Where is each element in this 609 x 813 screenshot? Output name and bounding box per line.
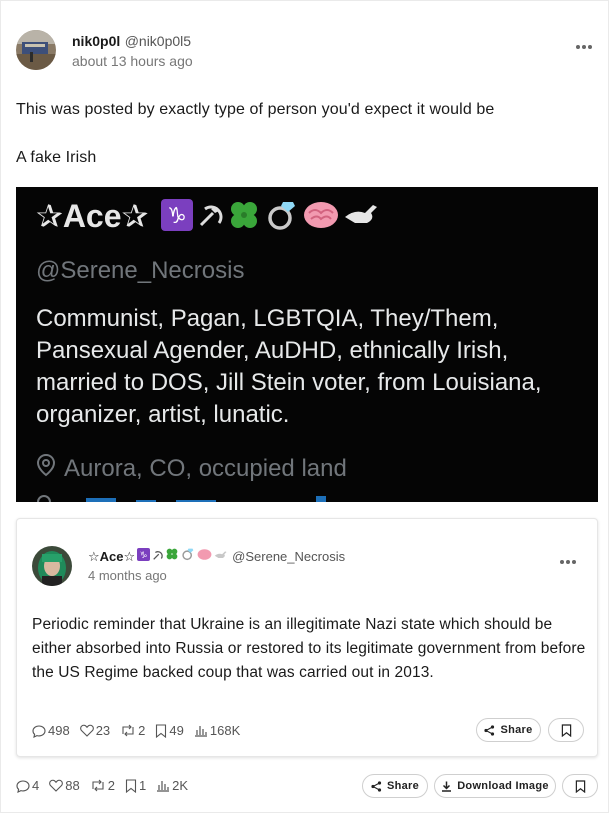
bookmark-icon bbox=[561, 723, 572, 737]
image-location-row: Aurora, CO, occupied land bbox=[36, 453, 347, 484]
svg-text:♑: ♑ bbox=[167, 204, 187, 229]
quote-like-stat[interactable]: 23 bbox=[79, 723, 111, 738]
location-pin-icon bbox=[36, 453, 56, 484]
image-cutoff-row bbox=[37, 495, 326, 502]
ring-icon bbox=[265, 198, 299, 240]
bird-icon bbox=[343, 199, 381, 239]
quote-repost-stat[interactable]: 2 bbox=[120, 723, 145, 738]
reply-count: 4 bbox=[32, 778, 40, 793]
hammer-sickle-icon bbox=[197, 200, 223, 237]
quote-reply-stat[interactable]: 498 bbox=[32, 723, 70, 738]
repost-icon bbox=[90, 779, 106, 792]
post-stats: 4 88 2 1 2K bbox=[16, 778, 188, 793]
quote-views-stat[interactable]: 168K bbox=[194, 723, 240, 738]
quote-author-handle[interactable]: @Serene_Necrosis bbox=[232, 549, 345, 564]
share-label: Share bbox=[386, 780, 420, 792]
author-line: nik0p0l @nik0p0l5 bbox=[72, 33, 191, 51]
bird-icon bbox=[214, 548, 228, 566]
brain-icon bbox=[303, 199, 339, 239]
capricorn-icon: ♑ bbox=[161, 198, 194, 239]
post-text-line-1: This was posted by exactly type of perso… bbox=[16, 101, 495, 118]
bookmark-count: 1 bbox=[138, 778, 147, 793]
repost-stat[interactable]: 2 bbox=[90, 778, 115, 793]
post-timestamp[interactable]: about 13 hours ago bbox=[72, 53, 193, 69]
image-display-name-row: ✰Ace✰ ♑ bbox=[36, 197, 381, 240]
attached-image[interactable]: ✰Ace✰ ♑ @Serene_Necrosis Communist, Paga… bbox=[16, 187, 598, 502]
share-icon bbox=[484, 724, 495, 736]
views-icon bbox=[194, 724, 208, 737]
reply-icon bbox=[16, 779, 30, 793]
svg-text:♑: ♑ bbox=[140, 551, 148, 561]
quote-bookmark-stat[interactable]: 49 bbox=[155, 723, 184, 738]
bookmark-stat[interactable]: 1 bbox=[125, 778, 146, 793]
bookmark-icon bbox=[575, 779, 586, 793]
heart-icon bbox=[79, 724, 94, 737]
share-button[interactable]: Share bbox=[362, 774, 428, 798]
capricorn-icon: ♑ bbox=[137, 547, 151, 566]
heart-icon bbox=[49, 779, 64, 792]
ring-icon bbox=[181, 547, 195, 566]
quote-repost-count: 2 bbox=[138, 723, 146, 738]
views-count: 2K bbox=[172, 778, 189, 793]
clover-icon bbox=[165, 547, 179, 566]
like-stat[interactable]: 88 bbox=[49, 778, 80, 793]
author-name[interactable]: nik0p0l bbox=[72, 33, 120, 49]
image-handle: @Serene_Necrosis bbox=[36, 257, 245, 284]
reply-icon bbox=[32, 724, 46, 738]
clover-icon bbox=[227, 198, 261, 240]
quote-author-name[interactable]: ☆Ace☆ bbox=[88, 549, 135, 565]
quote-views-count: 168K bbox=[209, 723, 241, 738]
quote-stats: 498 23 2 49 168K bbox=[32, 723, 240, 738]
quote-bookmark-count: 49 bbox=[169, 723, 184, 738]
post-card: nik0p0l @nik0p0l5 about 13 hours ago Thi… bbox=[0, 0, 609, 813]
quote-bookmark-button[interactable] bbox=[548, 718, 584, 742]
brain-icon bbox=[197, 548, 212, 566]
image-bio: Communist, Pagan, LGBTQIA, They/Them, Pa… bbox=[36, 305, 542, 428]
quoted-post[interactable]: ☆Ace☆ ♑ @Serene_Necrosis 4 months ago Pe… bbox=[16, 518, 598, 757]
quote-timestamp[interactable]: 4 months ago bbox=[88, 568, 167, 583]
download-icon bbox=[441, 781, 452, 792]
menu-dots-icon[interactable] bbox=[574, 41, 594, 53]
post-text-line-2: A fake Irish bbox=[16, 149, 97, 166]
image-display-name: ✰Ace✰ bbox=[36, 198, 149, 234]
menu-dots-icon[interactable] bbox=[558, 556, 578, 568]
download-image-button[interactable]: Download Image bbox=[434, 774, 556, 798]
share-icon bbox=[371, 780, 382, 792]
quote-like-count: 23 bbox=[95, 723, 111, 738]
download-label: Download Image bbox=[457, 780, 549, 792]
quote-share-button[interactable]: Share bbox=[476, 718, 541, 742]
quote-author-avatar[interactable] bbox=[32, 546, 72, 586]
views-stat[interactable]: 2K bbox=[156, 778, 188, 793]
quote-text: Periodic reminder that Ukraine is an ill… bbox=[32, 616, 586, 681]
bookmark-button[interactable] bbox=[562, 774, 598, 798]
like-count: 88 bbox=[65, 778, 80, 793]
hammer-sickle-icon bbox=[152, 548, 163, 566]
bookmark-icon bbox=[155, 723, 167, 738]
quote-reply-count: 498 bbox=[48, 723, 70, 738]
quote-author-line: ☆Ace☆ ♑ @Serene_Necrosis bbox=[88, 547, 345, 566]
repost-count: 2 bbox=[107, 778, 115, 793]
author-avatar[interactable] bbox=[16, 30, 56, 70]
author-handle[interactable]: @nik0p0l5 bbox=[125, 33, 191, 49]
repost-icon bbox=[120, 724, 136, 737]
views-icon bbox=[156, 779, 170, 792]
bookmark-icon bbox=[125, 778, 137, 793]
reply-stat[interactable]: 4 bbox=[16, 778, 39, 793]
image-location: Aurora, CO, occupied land bbox=[64, 454, 347, 482]
quote-share-label: Share bbox=[500, 724, 533, 736]
